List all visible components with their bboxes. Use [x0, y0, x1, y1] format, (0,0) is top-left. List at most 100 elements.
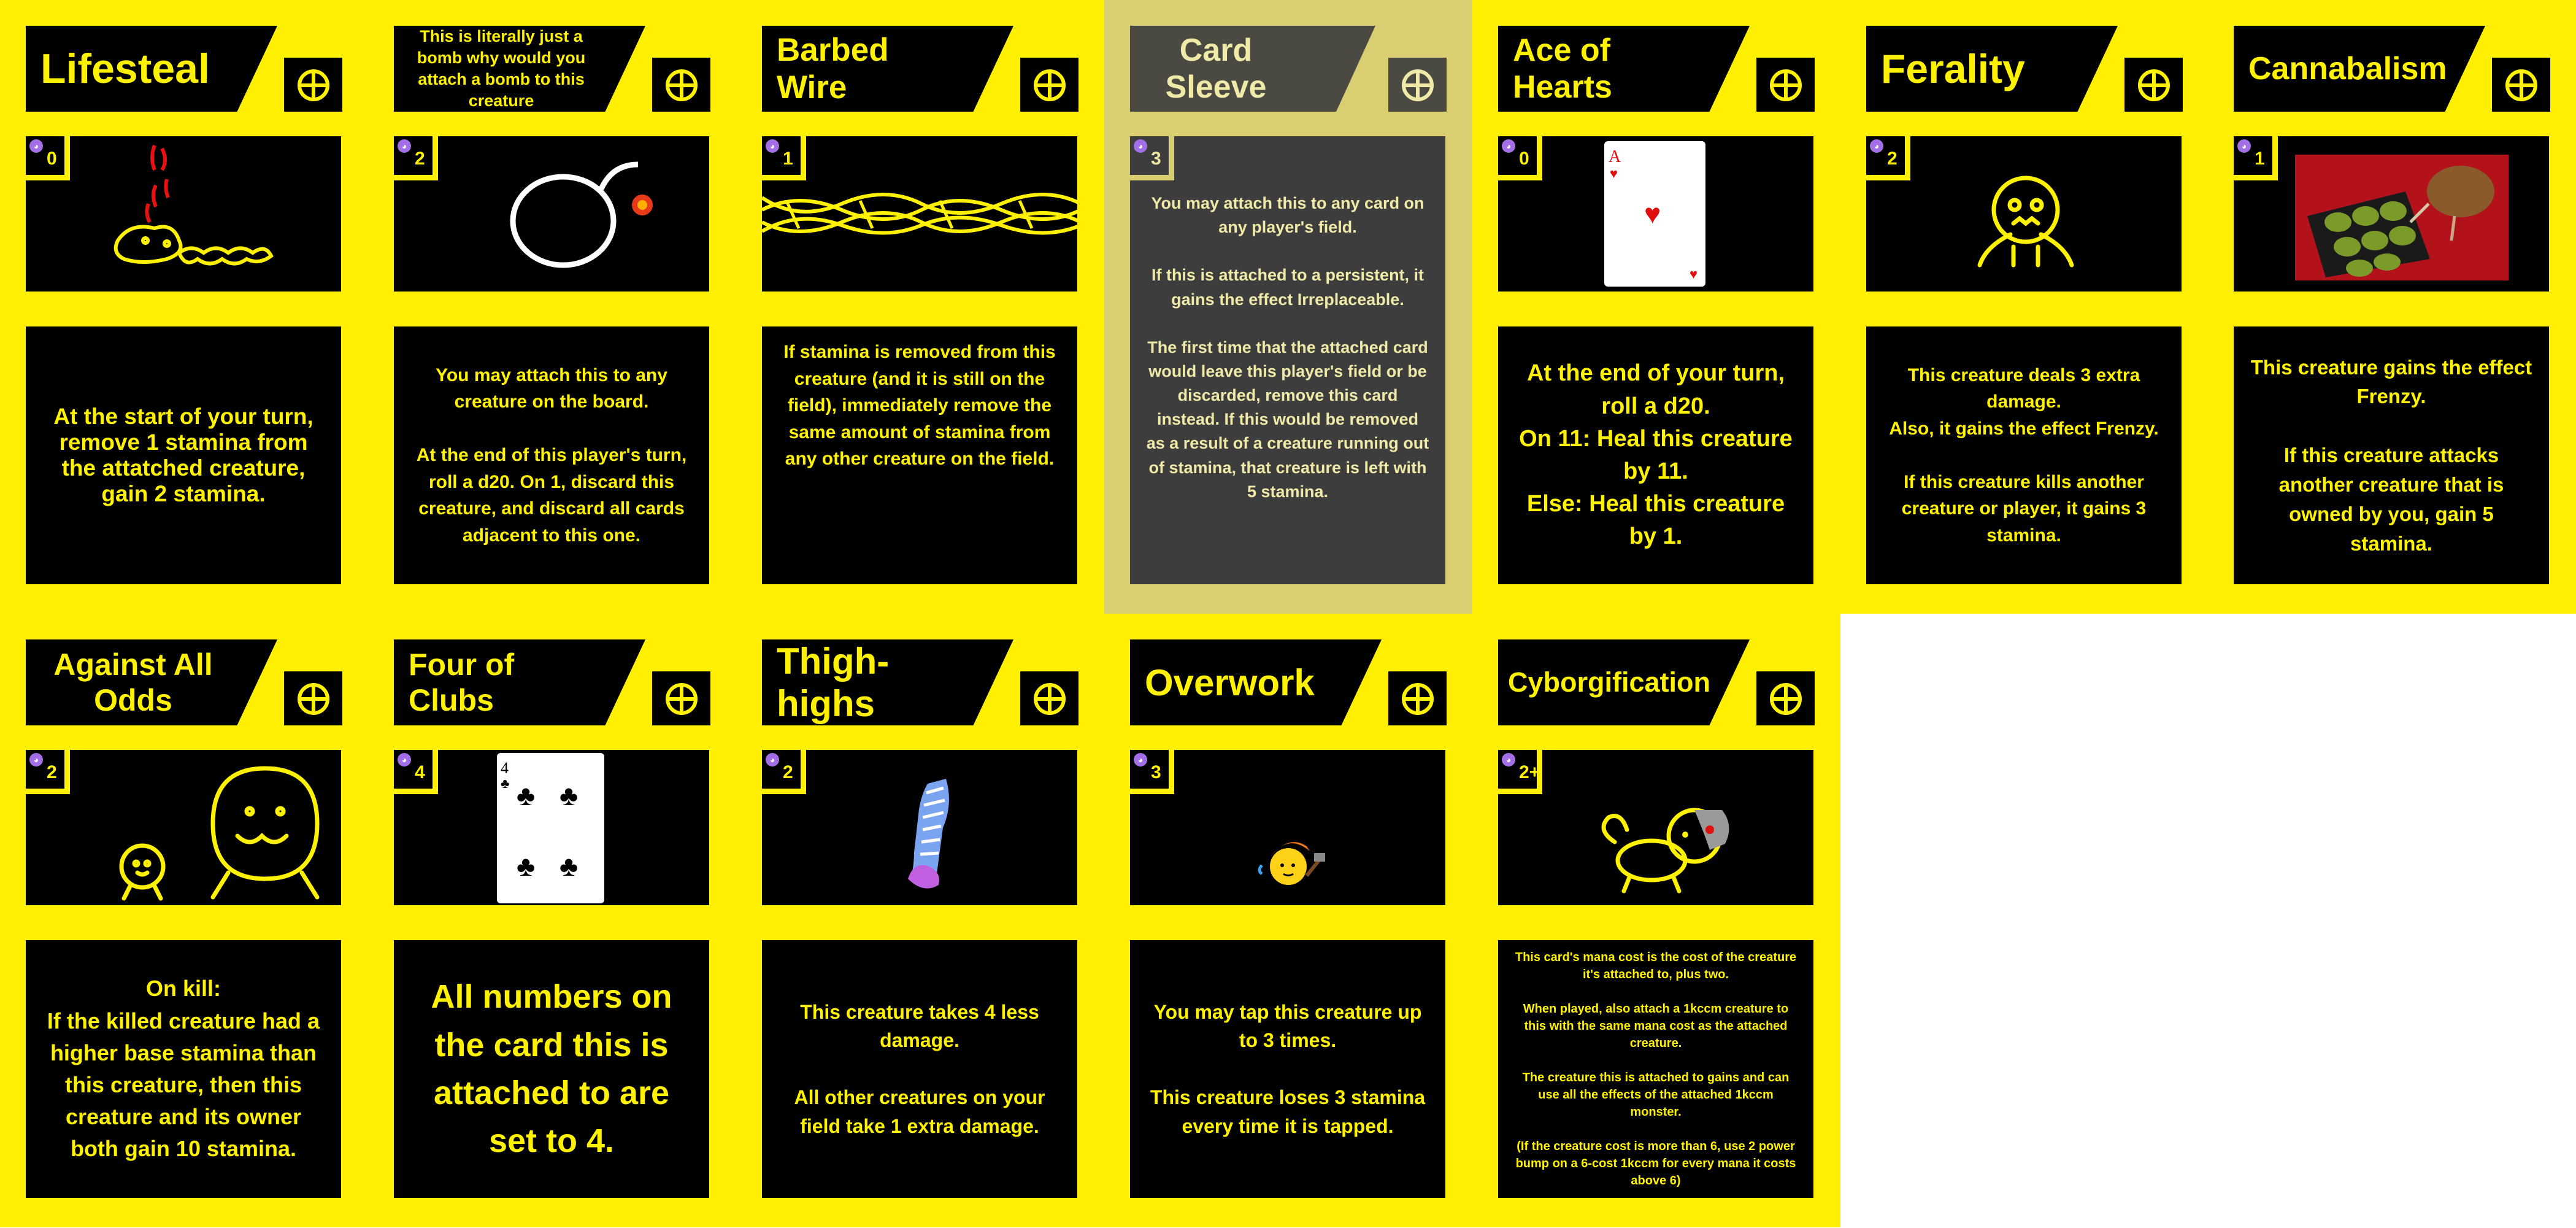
card-title: Thigh-highs — [777, 641, 890, 724]
card-rules-text: At the start of your turn, remove 1 stam… — [26, 326, 341, 584]
mana-cost: 3 — [1151, 762, 1161, 782]
svg-text:♣: ♣ — [559, 779, 578, 811]
card-title-banner: Barbed Wire — [762, 26, 1013, 112]
card-art: ◕ 2 — [762, 750, 1077, 905]
plus-circle-icon — [1402, 69, 1434, 101]
card-rules-text: You may attach this to any card on any p… — [1130, 136, 1445, 584]
equip-box — [2492, 58, 2550, 112]
svg-text:♥: ♥ — [1690, 266, 1697, 282]
card-title-banner: Against All Odds — [26, 639, 277, 725]
card-bomb[interactable]: This is literally just a bomb why would … — [368, 0, 736, 614]
mana-cost-box: ◕ 2 — [762, 750, 806, 794]
card-title-banner: Cyborgification — [1498, 639, 1750, 725]
card-rules-text: If stamina is removed from this creature… — [762, 326, 1077, 584]
plus-circle-icon — [1034, 69, 1066, 101]
svg-text:♣: ♣ — [559, 850, 578, 882]
card-title-banner: Ace of Hearts — [1498, 26, 1750, 112]
svg-text:♣: ♣ — [517, 850, 535, 882]
card-art: ◕ 2 — [26, 750, 341, 905]
card-rules-text: You may tap this creature up to 3 times.… — [1130, 940, 1445, 1198]
ace-of-hearts-playing-card-image: A♥♥♥ — [1604, 141, 1705, 287]
mana-cost: 2 — [783, 762, 793, 782]
mana-cost-box: ◕ 3 — [1130, 136, 1174, 180]
mana-cost-box: ◕ 2+ — [1498, 750, 1542, 794]
feral-creature-drawing — [1977, 176, 2074, 268]
card-rules-text: This creature gains the effect Frenzy. I… — [2234, 326, 2549, 584]
mana-icon: ◕ — [766, 139, 779, 153]
card-thigh-highs[interactable]: Thigh-highs ◕ 2 This creature takes 4 les… — [736, 614, 1104, 1227]
card-rules-text: This creature takes 4 less damage. All o… — [762, 940, 1077, 1198]
mana-icon: ◕ — [2237, 139, 2251, 153]
plus-circle-icon — [1034, 683, 1066, 715]
card-title: This is literally just a bomb why would … — [417, 26, 586, 110]
plus-circle-icon — [298, 683, 329, 715]
mana-cost: 2 — [1887, 149, 1897, 169]
plus-circle-icon — [1770, 683, 1802, 715]
svg-text:♥: ♥ — [1644, 198, 1661, 230]
mana-icon: ◕ — [1134, 139, 1147, 153]
mana-cost: 2 — [47, 762, 57, 782]
card-art: ◕ 2+ — [1498, 750, 1813, 905]
mana-icon: ◕ — [766, 753, 779, 767]
card-cannabalism[interactable]: Cannabalism ◕ 1 This creature gains the e… — [2208, 0, 2576, 614]
card-title: Barbed Wire — [777, 32, 889, 106]
mana-cost-box: ◕ 0 — [1498, 136, 1542, 180]
card-four-of-clubs[interactable]: Four of Clubs ◕ 4 4 ♣ ♣ ♣ ♣ ♣ All numbers on t… — [368, 614, 736, 1227]
card-title: Four of Clubs — [409, 647, 515, 717]
equip-box — [652, 671, 710, 725]
card-rules-text: You may attach this to any creature on t… — [394, 326, 709, 584]
card-title: Ace of Hearts — [1513, 33, 1612, 105]
card-against-all-odds[interactable]: Against All Odds ◕ 2 On kill: If the kill… — [0, 614, 368, 1227]
mana-cost-box: ◕ 0 — [26, 136, 70, 180]
mana-icon: ◕ — [29, 139, 43, 153]
card-ferality[interactable]: Ferality ◕ 2 This creature deals 3 extra … — [1840, 0, 2209, 614]
kiwi-bird-eating-kiwi-photo — [2295, 155, 2509, 280]
card-ace-of-hearts[interactable]: Ace of Hearts ◕ 0 A ♥ ♥ ♥ At the end of your… — [1472, 0, 1840, 614]
card-rules-text: This creature deals 3 extra damage. Also… — [1866, 326, 2182, 584]
mana-cost: 3 — [1151, 149, 1161, 169]
plus-circle-icon — [298, 69, 329, 101]
card-title-banner: Card Sleeve — [1130, 26, 1375, 112]
card-art: ◕ 3 — [1130, 750, 1445, 905]
card-art: ◕ 0 — [26, 136, 341, 292]
four-of-clubs-playing-card-image: 4♣ ♣ ♣♣ ♣ — [497, 753, 604, 903]
card-lifesteal[interactable]: Lifesteal ◕ 0 At the start of your turn, … — [0, 0, 368, 614]
mana-icon: ◕ — [29, 753, 43, 767]
card-title: Card Sleeve — [1165, 33, 1267, 105]
card-rules-text: This card's mana cost is the cost of the… — [1498, 940, 1813, 1198]
mana-cost: 2+ — [1519, 762, 1540, 782]
plus-circle-icon — [1402, 683, 1434, 715]
card-art: ◕ 2 — [394, 136, 709, 292]
equip-box — [1756, 671, 1815, 725]
card-card-sleeve[interactable]: Card Sleeve ◕ 3 You may attach this to an… — [1104, 0, 1472, 614]
leech-creature-drawing — [113, 144, 274, 266]
mana-cost: 1 — [783, 149, 793, 169]
mana-cost: 1 — [2255, 149, 2265, 169]
mana-cost-box: ◕ 4 — [394, 750, 438, 794]
plus-circle-icon — [666, 683, 698, 715]
card-overwork[interactable]: Overwork ◕ 3 You may tap this creature up… — [1104, 614, 1472, 1227]
svg-text:A: A — [1609, 147, 1621, 166]
svg-text:♣: ♣ — [501, 776, 509, 791]
mana-icon: ◕ — [398, 753, 411, 767]
card-art: ◕ 1 — [2234, 136, 2549, 292]
plus-circle-icon — [2138, 69, 2170, 101]
mana-icon: ◕ — [1502, 753, 1515, 767]
card-title-banner: Lifesteal — [26, 26, 277, 112]
card-art: ◕ 4 4 ♣ ♣ ♣ ♣ ♣ — [394, 750, 709, 905]
svg-text:♣: ♣ — [517, 779, 535, 811]
card-art: ◕ 1 — [762, 136, 1077, 292]
equip-box — [2124, 58, 2183, 112]
card-title: Cannabalism — [2248, 51, 2447, 87]
card-title-banner: Ferality — [1866, 26, 2118, 112]
mana-cost-box: ◕ 1 — [2234, 136, 2278, 180]
equip-box — [1388, 671, 1447, 725]
card-cyborgification[interactable]: Cyborgification ◕ 2+ This card's mana cos… — [1472, 614, 1840, 1227]
card-barbed-wire[interactable]: Barbed Wire ◕ 1 If stamina is removed fro… — [736, 0, 1104, 614]
plus-circle-icon — [1770, 69, 1802, 101]
plus-circle-icon — [666, 69, 698, 101]
equip-box — [1388, 58, 1447, 112]
card-title: Cyborgification — [1508, 666, 1711, 698]
svg-text:4: 4 — [501, 759, 509, 777]
equip-box — [284, 671, 342, 725]
